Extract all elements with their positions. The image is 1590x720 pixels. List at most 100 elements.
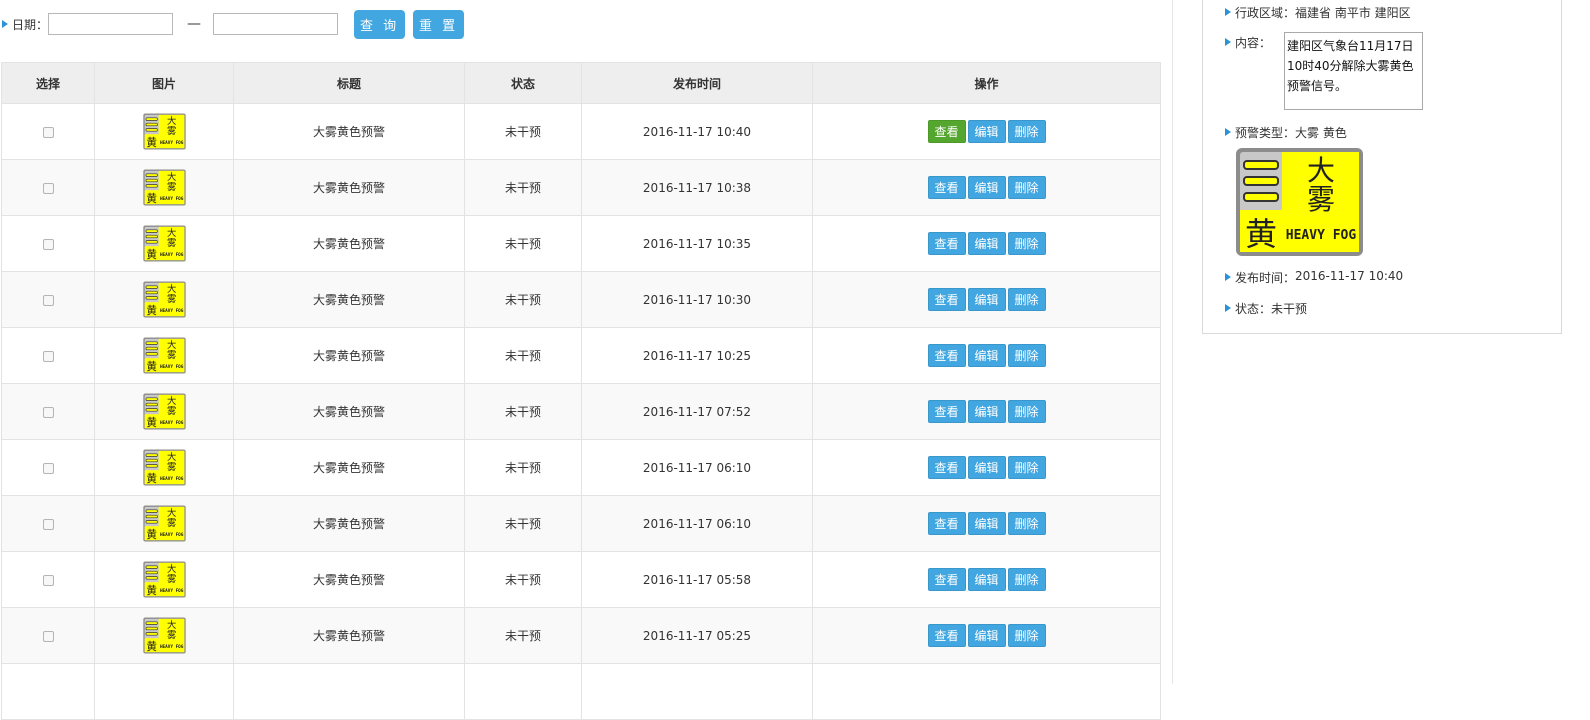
row-checkbox[interactable] [42, 238, 54, 250]
heavy-fog-yellow-warning-icon: 大雾黄 HEAVY FOG [142, 559, 186, 600]
row-checkbox[interactable] [42, 518, 54, 530]
svg-text:HEAVY FOG: HEAVY FOG [159, 532, 183, 538]
view-button[interactable]: 查看 [927, 624, 966, 647]
time-cell: 2016-11-17 10:40 [581, 103, 813, 160]
edit-button[interactable]: 编辑 [967, 120, 1006, 143]
view-button[interactable]: 查看 [927, 288, 966, 311]
delete-button[interactable]: 删除 [1007, 568, 1046, 591]
row-checkbox[interactable] [42, 126, 54, 138]
bullet-arrow-icon [1225, 273, 1231, 281]
row-checkbox[interactable] [42, 294, 54, 306]
view-button[interactable]: 查看 [927, 456, 966, 479]
heavy-fog-yellow-warning-icon: 大雾黄 HEAVY FOG [142, 167, 186, 208]
date-label: 日期： [12, 17, 49, 32]
delete-button[interactable]: 删除 [1007, 288, 1046, 311]
title-cell: 大雾黄色预警 [233, 495, 465, 552]
heavy-fog-yellow-warning-icon: 大雾黄 HEAVY FOG [142, 335, 186, 376]
content-textarea[interactable]: 建阳区气象台11月17日10时40分解除大雾黄色预警信号。 [1284, 32, 1423, 110]
row-checkbox[interactable] [42, 406, 54, 418]
view-button[interactable]: 查看 [927, 120, 966, 143]
view-button[interactable]: 查看 [927, 176, 966, 199]
edit-button[interactable]: 编辑 [967, 624, 1006, 647]
delete-button[interactable]: 删除 [1007, 456, 1046, 479]
edit-button[interactable]: 编辑 [967, 512, 1006, 535]
query-button[interactable]: 查 询 [354, 9, 406, 39]
row-checkbox[interactable] [42, 462, 54, 474]
heavy-fog-yellow-warning-icon: 大雾黄 HEAVY FOG [142, 391, 186, 432]
edit-button[interactable]: 编辑 [967, 288, 1006, 311]
svg-text:HEAVY FOG: HEAVY FOG [159, 476, 183, 482]
delete-button[interactable]: 删除 [1007, 512, 1046, 535]
status-cell: 未干预 [464, 327, 582, 384]
svg-text:大: 大 [167, 563, 176, 575]
delete-button[interactable]: 删除 [1007, 232, 1046, 255]
time-cell: 2016-11-17 10:30 [581, 271, 813, 328]
detail-type-row: 预警类型： 大雾 黄色 [1225, 124, 1347, 141]
view-button[interactable]: 查看 [927, 232, 966, 255]
image-cell: 大雾黄 HEAVY FOG [94, 159, 234, 216]
edit-button[interactable]: 编辑 [967, 456, 1006, 479]
date-filter-bar: 日期： — 查 询 重 置 [0, 9, 465, 39]
svg-text:大: 大 [167, 619, 176, 631]
detail-time-row: 发布时间： 2016-11-17 10:40 [1225, 269, 1403, 286]
edit-button[interactable]: 编辑 [967, 344, 1006, 367]
svg-text:雾: 雾 [1307, 183, 1335, 216]
image-cell: 大雾黄 HEAVY FOG [94, 215, 234, 272]
svg-text:雾: 雾 [167, 182, 177, 193]
heavy-fog-yellow-warning-icon: 大雾黄 HEAVY FOG [142, 447, 186, 488]
title-cell: 大雾黄色预警 [233, 159, 465, 216]
edit-button[interactable]: 编辑 [967, 568, 1006, 591]
title-cell: 大雾黄色预警 [233, 607, 465, 664]
edit-button[interactable]: 编辑 [967, 232, 1006, 255]
image-cell: 大雾黄 HEAVY FOG [94, 383, 234, 440]
view-button[interactable]: 查看 [927, 568, 966, 591]
delete-button[interactable]: 删除 [1007, 344, 1046, 367]
svg-text:HEAVY FOG: HEAVY FOG [159, 588, 183, 594]
delete-button[interactable]: 删除 [1007, 176, 1046, 199]
heavy-fog-yellow-warning-icon: 大雾黄 HEAVY FOG [142, 279, 186, 320]
title-cell: 大雾黄色预警 [233, 551, 465, 608]
svg-text:HEAVY FOG: HEAVY FOG [159, 364, 183, 370]
end-date-input[interactable] [213, 13, 339, 35]
svg-text:大: 大 [167, 451, 176, 463]
edit-button[interactable]: 编辑 [967, 400, 1006, 423]
status-cell: 未干预 [464, 607, 582, 664]
row-checkbox[interactable] [42, 350, 54, 362]
reset-button[interactable]: 重 置 [413, 9, 465, 39]
time-cell: 2016-11-17 06:10 [581, 439, 813, 496]
bullet-arrow-icon [1225, 8, 1231, 16]
delete-button[interactable]: 删除 [1007, 120, 1046, 143]
image-cell: 大雾黄 HEAVY FOG [94, 439, 234, 496]
header-actions: 操作 [812, 62, 1161, 104]
image-cell: 大雾黄 HEAVY FOG [94, 495, 234, 552]
svg-text:黄: 黄 [1245, 215, 1277, 253]
detail-content-row: 内容： [1225, 34, 1271, 51]
edit-button[interactable]: 编辑 [967, 176, 1006, 199]
svg-text:HEAVY FOG: HEAVY FOG [159, 140, 183, 146]
row-checkbox[interactable] [42, 182, 54, 194]
actions-cell: 查看 编辑 删除 [812, 383, 1161, 440]
bullet-arrow-icon [1225, 38, 1231, 46]
region-label: 行政区域： [1235, 6, 1296, 20]
select-cell [1, 551, 95, 608]
delete-button[interactable]: 删除 [1007, 400, 1046, 423]
actions-cell: 查看 编辑 删除 [812, 327, 1161, 384]
heavy-fog-yellow-warning-icon: 大雾黄 HEAVY FOG [142, 223, 186, 264]
view-button[interactable]: 查看 [927, 512, 966, 535]
view-button[interactable]: 查看 [927, 344, 966, 367]
warning-type-label: 预警类型： [1235, 126, 1296, 140]
row-checkbox[interactable] [42, 574, 54, 586]
svg-text:大: 大 [167, 283, 176, 295]
image-cell: 大雾黄 HEAVY FOG [94, 327, 234, 384]
svg-text:大: 大 [167, 115, 176, 127]
svg-text:大: 大 [167, 395, 176, 407]
detail-region-row: 行政区域： 福建省 南平市 建阳区 [1225, 4, 1411, 21]
delete-button[interactable]: 删除 [1007, 624, 1046, 647]
svg-text:大: 大 [167, 507, 176, 519]
start-date-input[interactable] [48, 13, 174, 35]
date-range-separator: — [187, 16, 202, 32]
detail-status-row: 状态： 未干预 [1225, 300, 1307, 317]
row-checkbox[interactable] [42, 630, 54, 642]
view-button[interactable]: 查看 [927, 400, 966, 423]
status-value: 未干预 [1271, 302, 1308, 316]
